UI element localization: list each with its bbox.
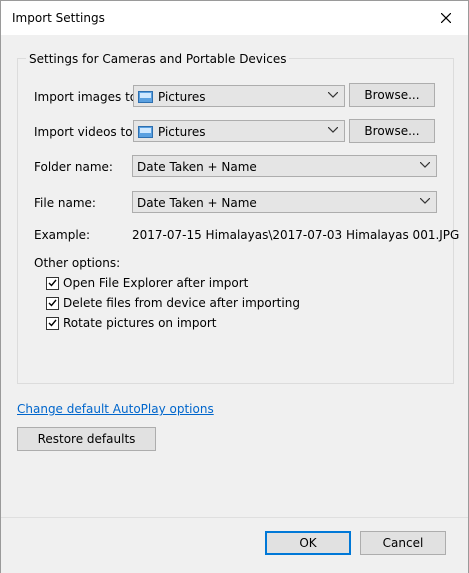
ok-button[interactable]: OK: [265, 531, 351, 555]
browse-images-button[interactable]: Browse...: [349, 83, 435, 107]
close-icon: [441, 13, 451, 23]
example-label: Example:: [34, 228, 91, 242]
file-name-label: File name:: [34, 196, 96, 210]
chevron-down-icon: [328, 92, 338, 98]
checkbox-box[interactable]: [46, 276, 59, 290]
chevron-down-icon: [420, 162, 430, 168]
change-autoplay-link[interactable]: Change default AutoPlay options: [17, 402, 214, 416]
restore-defaults-label: Restore defaults: [37, 432, 136, 446]
import-videos-label: Import videos to:: [34, 125, 137, 139]
import-settings-dialog: Import Settings Settings for Cameras and…: [0, 0, 469, 573]
open-explorer-checkbox[interactable]: Open File Explorer after import: [46, 276, 248, 290]
open-explorer-label: Open File Explorer after import: [63, 276, 249, 290]
file-name-dropdown[interactable]: Date Taken + Name: [132, 191, 437, 213]
checkbox-box[interactable]: [46, 296, 59, 310]
chevron-down-icon: [328, 127, 338, 133]
folder-name-label: Folder name:: [34, 160, 113, 174]
import-images-dropdown[interactable]: Pictures: [133, 85, 345, 107]
file-name-value: Date Taken + Name: [137, 196, 257, 210]
pictures-folder-icon: [138, 91, 153, 103]
checkmark-icon: [48, 279, 57, 287]
delete-files-checkbox[interactable]: Delete files from device after importing: [46, 296, 300, 310]
import-images-value: Pictures: [158, 90, 206, 104]
group-legend: Settings for Cameras and Portable Device…: [26, 52, 290, 66]
checkmark-icon: [48, 319, 57, 327]
checkbox-box[interactable]: [46, 316, 59, 330]
checkmark-icon: [48, 299, 57, 307]
title-bar: Import Settings: [1, 1, 468, 35]
dialog-footer: OK Cancel: [1, 517, 468, 573]
restore-defaults-button[interactable]: Restore defaults: [17, 427, 156, 451]
rotate-pictures-checkbox[interactable]: Rotate pictures on import: [46, 316, 216, 330]
delete-files-label: Delete files from device after importing: [63, 296, 300, 310]
rotate-pictures-label: Rotate pictures on import: [63, 316, 217, 330]
import-videos-dropdown[interactable]: Pictures: [133, 120, 345, 142]
ok-label: OK: [299, 536, 317, 550]
import-images-label: Import images to:: [34, 90, 142, 104]
close-button[interactable]: [424, 1, 468, 35]
cancel-button[interactable]: Cancel: [360, 531, 446, 555]
window-title: Import Settings: [12, 11, 105, 25]
cancel-label: Cancel: [382, 536, 424, 550]
other-options-label: Other options:: [34, 256, 121, 270]
import-videos-value: Pictures: [158, 125, 206, 139]
browse-videos-label: Browse...: [364, 124, 420, 138]
folder-name-value: Date Taken + Name: [137, 160, 257, 174]
browse-images-label: Browse...: [364, 88, 420, 102]
example-value: 2017-07-15 Himalayas\2017-07-03 Himalaya…: [132, 228, 460, 242]
folder-name-dropdown[interactable]: Date Taken + Name: [132, 155, 437, 177]
chevron-down-icon: [420, 198, 430, 204]
browse-videos-button[interactable]: Browse...: [349, 119, 435, 143]
pictures-folder-icon: [138, 126, 153, 138]
